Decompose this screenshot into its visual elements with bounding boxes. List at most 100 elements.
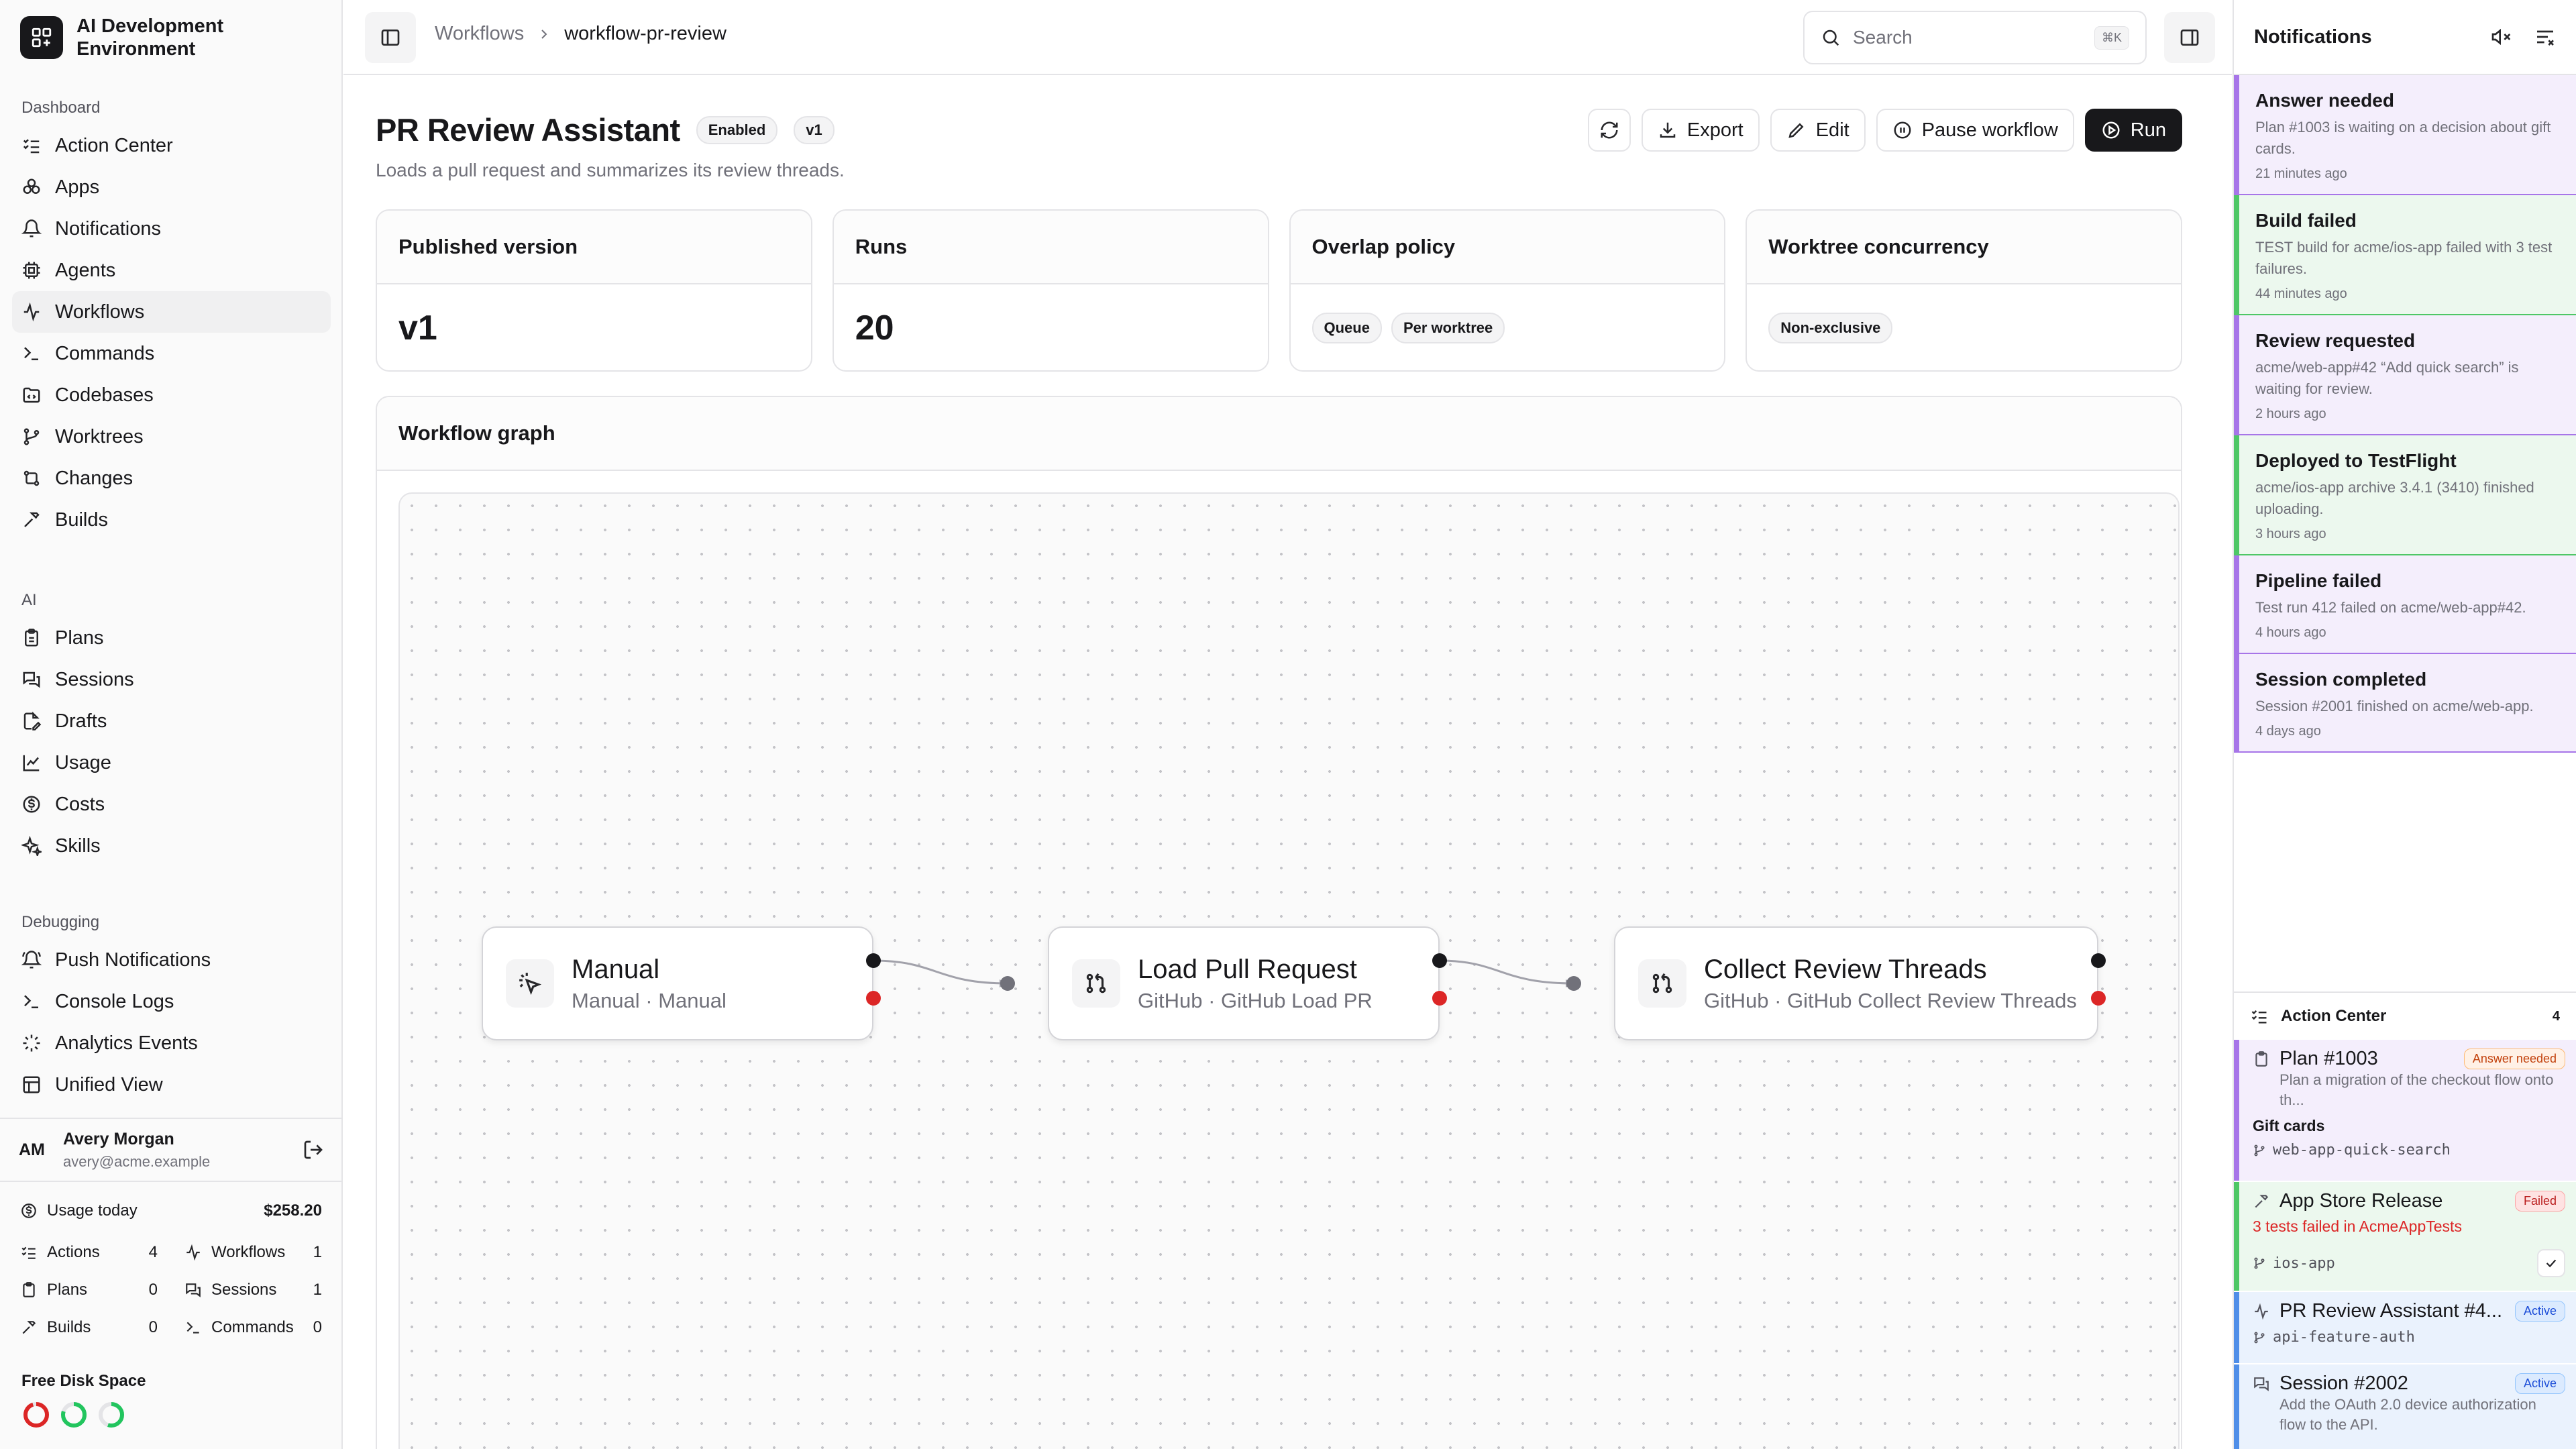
mark-done-button[interactable] (2537, 1249, 2565, 1277)
action-question: Gift cards (2253, 1117, 2325, 1134)
toggle-sidebar-button[interactable] (365, 12, 416, 63)
sidebar-item-codebases[interactable]: Codebases (12, 374, 331, 416)
sidebar-item-agents[interactable]: Agents (12, 250, 331, 291)
sidebar-item-label: Builds (55, 508, 108, 531)
sidebar-item-commands[interactable]: Commands (12, 333, 331, 374)
user-profile[interactable]: AM Avery Morgan avery@acme.example (0, 1118, 343, 1182)
sidebar-toggle-icon (381, 30, 400, 46)
action-description: Add the OAuth 2.0 device authorization f… (2279, 1396, 2536, 1433)
graph-edge (873, 959, 1008, 985)
git-compare-icon (23, 470, 40, 486)
node-subtitle: GitHub · GitHub Load PR (1138, 988, 1373, 1012)
action-item-plan[interactable]: Plan #1003 Answer needed Plan a migratio… (2234, 1040, 2576, 1181)
download-icon (1660, 122, 1676, 138)
log-out-icon[interactable] (303, 1139, 324, 1161)
messages-icon (2254, 1377, 2269, 1391)
mute-icon[interactable] (2490, 26, 2512, 48)
workflow-icon (23, 302, 40, 322)
input-handle[interactable] (1566, 976, 1581, 991)
notification-item[interactable]: Session completed Session #2001 finished… (2234, 654, 2576, 753)
notification-time: 2 hours ago (2255, 407, 2326, 421)
run-button[interactable]: Run (2084, 109, 2182, 152)
export-button[interactable]: Export (1641, 109, 1760, 152)
sidebar-item-worktrees[interactable]: Worktrees (12, 416, 331, 458)
notification-item[interactable]: Review requested acme/web-app#42 “Add qu… (2234, 315, 2576, 435)
action-branch: api-feature-auth (2273, 1329, 2415, 1346)
notification-item[interactable]: Build failed TEST build for acme/ios-app… (2234, 195, 2576, 315)
breadcrumb-workflows[interactable]: Workflows (435, 23, 524, 45)
notification-body: Test run 412 failed on acme/web-app#42. (2255, 599, 2526, 616)
list-checks-icon (2251, 1010, 2267, 1024)
clear-list-icon[interactable] (2534, 26, 2556, 48)
pencil-icon (1788, 123, 1804, 138)
sidebar-item-label: Skills (55, 835, 101, 857)
error-handle[interactable] (1432, 991, 1447, 1006)
action-item-session[interactable]: Session #2002 Active Add the OAuth 2.0 d… (2234, 1364, 2576, 1449)
hammer-icon (24, 512, 40, 527)
error-handle[interactable] (2091, 991, 2106, 1006)
graph-canvas[interactable]: Manual Manual · Manual Load Pull Request… (398, 492, 2180, 1449)
notification-item[interactable]: Deployed to TestFlight acme/ios-app arch… (2234, 435, 2576, 555)
sidebar-item-console-logs[interactable]: Console Logs (12, 981, 331, 1022)
output-handle[interactable] (1432, 953, 1447, 968)
notification-item[interactable]: Pipeline failed Test run 412 failed on a… (2234, 555, 2576, 654)
pause-workflow-button[interactable]: Pause workflow (1876, 109, 2074, 152)
summary-cards: Published version v1 Runs 20 Overlap pol… (376, 209, 2182, 372)
play-circle-icon (2102, 121, 2120, 139)
action-item-app-store-release[interactable]: App Store Release Failed 3 tests failed … (2234, 1182, 2576, 1291)
output-handle[interactable] (2091, 953, 2106, 968)
action-item-pr-review-assistant[interactable]: PR Review Assistant #4... Active api-fea… (2234, 1292, 2576, 1363)
sidebar-item-drafts[interactable]: Drafts (12, 700, 331, 742)
sidebar-item-plans[interactable]: Plans (12, 617, 331, 659)
search-placeholder: Search (1853, 27, 1913, 48)
sidebar-item-push-notifications[interactable]: Push Notifications (12, 939, 331, 981)
graph-node-collect-review-threads[interactable]: Collect Review Threads GitHub · GitHub C… (1614, 926, 2098, 1040)
output-handle[interactable] (866, 953, 881, 968)
sidebar-item-action-center[interactable]: Action Center (12, 125, 331, 166)
card-published-version: Published version v1 (376, 209, 812, 372)
action-title: PR Review Assistant #4... (2279, 1300, 2503, 1322)
action-center-header[interactable]: Action Center 4 (2234, 991, 2576, 1040)
notification-item[interactable]: Answer needed Plan #1003 is waiting on a… (2234, 75, 2576, 195)
sidebar-item-label: Usage (55, 751, 111, 773)
error-handle[interactable] (866, 991, 881, 1006)
chevron-right-icon (541, 29, 547, 39)
sidebar-item-changes[interactable]: Changes (12, 458, 331, 499)
sidebar-item-label: Push Notifications (55, 949, 211, 971)
notification-time: 21 minutes ago (2255, 166, 2347, 181)
stat-sessions: Sessions 1 (184, 1271, 322, 1309)
action-error: 3 tests failed in AcmeAppTests (2253, 1218, 2462, 1235)
toggle-right-panel-button[interactable] (2164, 12, 2215, 63)
edit-button[interactable]: Edit (1770, 109, 1866, 152)
sidebar-item-usage[interactable]: Usage (12, 742, 331, 784)
sidebar-item-label: Unified View (55, 1073, 163, 1095)
brand[interactable]: AI Development Environment (20, 15, 251, 60)
cursor-click-icon (506, 959, 554, 1008)
sidebar-item-builds[interactable]: Builds (12, 499, 331, 541)
search-input[interactable]: Search ⌘K (1803, 11, 2147, 64)
sidebar-item-unified-view[interactable]: Unified View (12, 1064, 331, 1106)
sidebar-item-notifications[interactable]: Notifications (12, 208, 331, 250)
user-name: Avery Morgan (63, 1129, 174, 1148)
input-handle[interactable] (1000, 976, 1015, 991)
notification-title: Session completed (2255, 669, 2427, 690)
sidebar-item-sessions[interactable]: Sessions (12, 659, 331, 700)
sidebar-item-label: Analytics Events (55, 1032, 198, 1054)
card-overlap-policy: Overlap policy Queue Per worktree (1289, 209, 1726, 372)
refresh-button[interactable] (1587, 109, 1631, 152)
concurrency-tag: Non-exclusive (1768, 313, 1893, 343)
sidebar-item-workflows[interactable]: Workflows (12, 291, 331, 333)
messages-icon (23, 672, 40, 688)
graph-node-manual[interactable]: Manual Manual · Manual (482, 926, 873, 1040)
graph-node-load-pull-request[interactable]: Load Pull Request GitHub · GitHub Load P… (1048, 926, 1440, 1040)
sidebar-item-costs[interactable]: Costs (12, 784, 331, 825)
action-center-count: 4 (2552, 1008, 2560, 1024)
usage-label: Usage today (47, 1201, 138, 1220)
sidebar-item-apps[interactable]: Apps (12, 166, 331, 208)
notification-time: 4 days ago (2255, 724, 2321, 739)
sidebar-item-analytics-events[interactable]: Analytics Events (12, 1022, 331, 1064)
list-checks-icon (23, 139, 40, 154)
notifications-title: Notifications (2254, 25, 2372, 48)
nav-heading: Debugging (21, 913, 100, 931)
sidebar-item-skills[interactable]: Skills (12, 825, 331, 867)
